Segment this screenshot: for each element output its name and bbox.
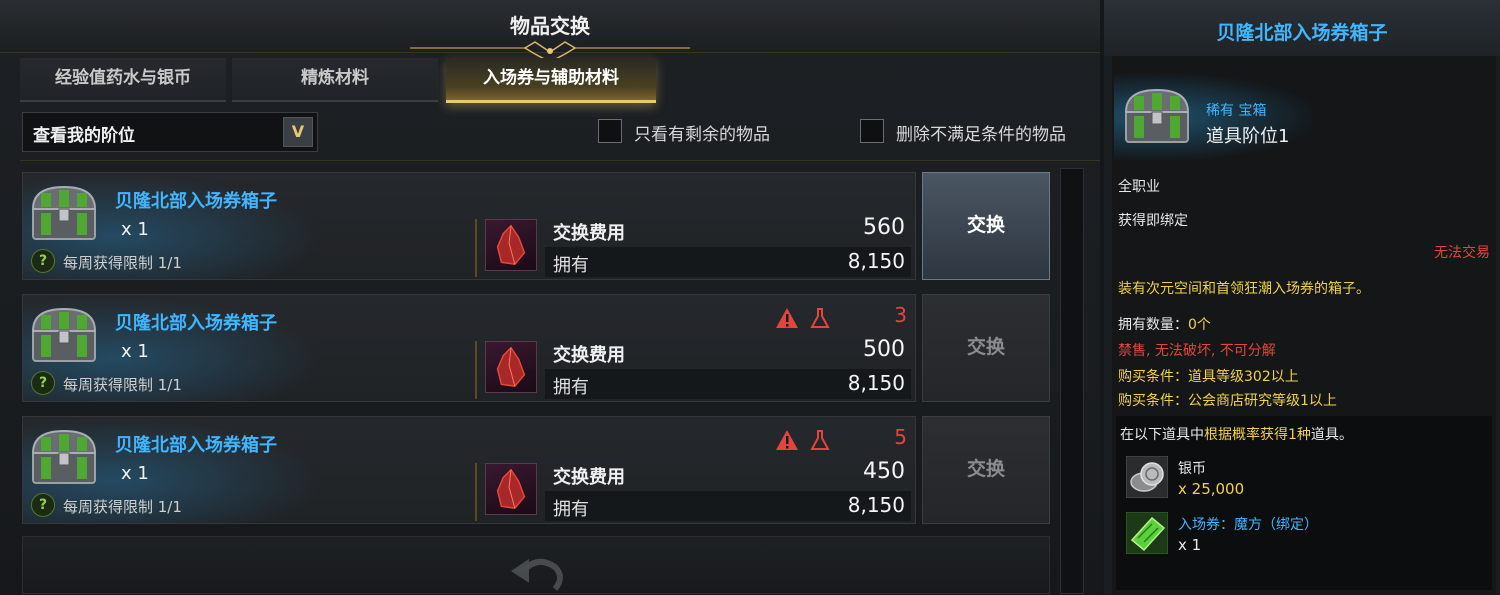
owned-line: 拥有 8,150: [545, 491, 911, 521]
unmet-count: 3: [894, 303, 907, 327]
treasure-chest-icon: [1124, 88, 1190, 143]
unmet-count: 5: [894, 425, 907, 449]
divider: [475, 463, 477, 521]
warning-icon[interactable]: [775, 307, 799, 329]
divider: [475, 219, 477, 277]
reward-intro: 在以下道具中根据概率获得1种道具。: [1120, 427, 1353, 443]
cost-line: 交换费用 500: [545, 337, 911, 367]
cost-label: 交换费用: [553, 223, 625, 244]
tab-exp-potion-silver[interactable]: 经验值药水与银币: [20, 58, 226, 102]
owned-line: 拥有 8,150: [545, 247, 911, 277]
weekly-limit: 每周获得限制 1/1: [63, 498, 182, 516]
reward-name: 入场券：魔方（绑定）: [1178, 517, 1318, 533]
silver-coin-icon: [1126, 456, 1168, 498]
treasure-chest-icon: [31, 429, 97, 484]
exchange-row[interactable]: 贝隆北部入场券箱子 x 1 ? 每周获得限制 1/1 5 交换费用 450 拥有…: [22, 416, 916, 524]
cost-label: 交换费用: [553, 345, 625, 366]
owned-count: 拥有数量：0个: [1118, 314, 1211, 334]
item-description: 装有次元空间和首领狂潮入场券的箱子。: [1118, 281, 1370, 297]
owned-value: 8,150: [847, 493, 905, 517]
tooltip-title: 贝隆北部入场券箱子: [1216, 22, 1388, 44]
tooltip-header: 贝隆北部入场券箱子: [1104, 0, 1500, 56]
hide-unmet-checkbox[interactable]: [860, 119, 884, 143]
tooltip-item-header: 稀有 宝箱 道具阶位1: [1114, 74, 1312, 160]
flask-icon[interactable]: [809, 429, 831, 451]
exchange-button[interactable]: 交换: [922, 294, 1050, 402]
treasure-chest-icon: [31, 185, 97, 240]
owned-value: 8,150: [847, 249, 905, 273]
window-title: 物品交换: [510, 14, 590, 38]
trade-status: 无法交易: [1434, 245, 1490, 261]
exchange-button[interactable]: 交换: [922, 172, 1050, 280]
reward-quantity: x 25,000: [1178, 480, 1245, 498]
owned-label: 拥有: [553, 499, 589, 520]
owned-value: 8,150: [847, 371, 905, 395]
help-icon[interactable]: ?: [31, 371, 55, 395]
tooltip-body: 稀有 宝箱 道具阶位1 全职业 获得即绑定 无法交易 装有次元空间和首领狂潮入场…: [1112, 56, 1496, 594]
exchange-row[interactable]: 贝隆北部入场券箱子 x 1 ? 每周获得限制 1/1 交换费用 560 拥有 8…: [22, 172, 916, 280]
only-remaining-checkbox[interactable]: [598, 119, 622, 143]
item-quantity: x 1: [121, 219, 149, 240]
help-icon[interactable]: ?: [31, 493, 55, 517]
divider: [475, 341, 477, 399]
tab-tickets-support-materials[interactable]: 入场券与辅助材料: [446, 58, 656, 103]
back-arrow-icon: [511, 558, 563, 591]
flask-icon[interactable]: [809, 307, 831, 329]
exchange-row[interactable]: 贝隆北部入场券箱子 x 1 ? 每周获得限制 1/1 3 交换费用 500 拥有…: [22, 294, 916, 402]
title-bar: 物品交换: [0, 0, 1100, 63]
chevron-down-icon[interactable]: V: [283, 117, 313, 147]
owned-label: 拥有: [553, 255, 589, 276]
warning-icon[interactable]: [775, 429, 799, 451]
cost-value: 500: [863, 337, 905, 362]
item-quantity: x 1: [121, 463, 149, 484]
rank-dropdown-label: 查看我的阶位: [33, 126, 135, 146]
red-crystal-icon: [485, 463, 537, 515]
cost-label: 交换费用: [553, 467, 625, 488]
owned-label: 拥有: [553, 377, 589, 398]
item-tier: 道具阶位1: [1206, 126, 1290, 147]
divider: [20, 160, 1100, 161]
item-name: 贝隆北部入场券箱子: [115, 191, 277, 212]
weekly-limit: 每周获得限制 1/1: [63, 254, 182, 272]
ticket-icon: [1126, 512, 1168, 554]
empty-list-slot: [22, 536, 1050, 594]
item-rarity: 稀有 宝箱: [1206, 103, 1267, 119]
scrollbar[interactable]: [1060, 168, 1084, 594]
reward-box: 在以下道具中根据概率获得1种道具。 银币 x 25,000 入场券：魔方（绑定）…: [1116, 416, 1492, 590]
purchase-condition-level: 购买条件：道具等级302以上: [1118, 369, 1299, 385]
purchase-condition-guild: 购买条件：公会商店研究等级1以上: [1118, 393, 1337, 409]
rank-dropdown[interactable]: 查看我的阶位 V: [22, 112, 318, 152]
red-crystal-icon: [485, 219, 537, 271]
treasure-chest-icon: [31, 307, 97, 362]
item-quantity: x 1: [121, 341, 149, 362]
class-restriction: 全职业: [1118, 179, 1160, 195]
item-tooltip: 贝隆北部入场券箱子 稀有 宝箱 道具阶位1 全职业 获得即绑定 无法交易 装有次…: [1104, 0, 1500, 594]
cost-line: 交换费用 560: [545, 215, 911, 245]
hide-unmet-label: 删除不满足条件的物品: [896, 125, 1066, 145]
cost-value: 450: [863, 459, 905, 484]
item-exchange-window: 物品交换 经验值药水与银币 精炼材料 入场券与辅助材料 查看我的阶位 V 只看有…: [0, 0, 1100, 594]
reward-name: 银币: [1178, 461, 1206, 477]
red-crystal-icon: [485, 341, 537, 393]
item-restrictions: 禁售, 无法破坏, 不可分解: [1118, 343, 1276, 359]
tab-refining-materials[interactable]: 精炼材料: [232, 58, 438, 102]
reward-quantity: x 1: [1178, 536, 1202, 554]
cost-value: 560: [863, 215, 905, 240]
only-remaining-label: 只看有剩余的物品: [634, 125, 770, 145]
item-name: 贝隆北部入场券箱子: [115, 435, 277, 456]
owned-line: 拥有 8,150: [545, 369, 911, 399]
bind-type: 获得即绑定: [1118, 213, 1188, 229]
help-icon[interactable]: ?: [31, 249, 55, 273]
owned-count-value: 0个: [1188, 317, 1211, 333]
weekly-limit: 每周获得限制 1/1: [63, 376, 182, 394]
exchange-button[interactable]: 交换: [922, 416, 1050, 524]
owned-count-label: 拥有数量：: [1118, 317, 1188, 333]
item-name: 贝隆北部入场券箱子: [115, 313, 277, 334]
cost-line: 交换费用 450: [545, 459, 911, 489]
